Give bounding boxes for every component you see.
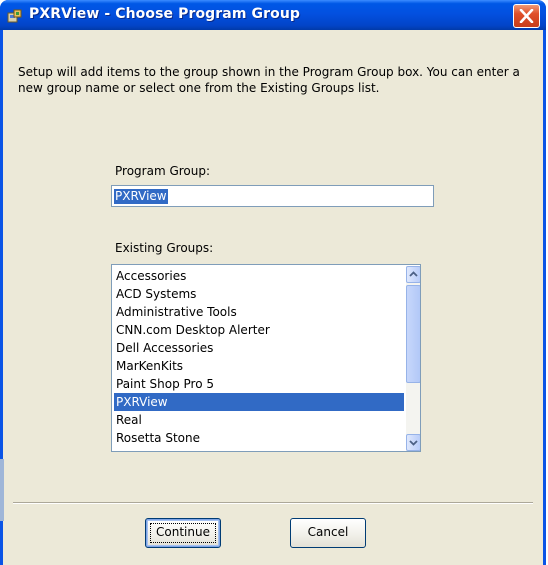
list-item[interactable]: Rosetta Stone xyxy=(114,429,404,447)
title-bar[interactable]: PXRView - Choose Program Group xyxy=(0,0,546,30)
continue-button[interactable]: Continue xyxy=(145,518,221,548)
program-group-input[interactable]: PXRView xyxy=(111,185,434,207)
dialog-window: PXRView - Choose Program Group Setup wil… xyxy=(0,0,546,565)
list-scrollbar[interactable] xyxy=(406,266,420,451)
arrow-down-icon xyxy=(409,440,418,446)
background-edge xyxy=(0,459,4,521)
cancel-button-label: Cancel xyxy=(307,525,349,539)
continue-button-label: Continue xyxy=(156,525,210,539)
close-icon xyxy=(519,9,534,23)
existing-groups-list[interactable]: Accessories ACD Systems Administrative Too… xyxy=(111,264,421,452)
existing-groups-label: Existing Groups: xyxy=(115,241,214,255)
cancel-button[interactable]: Cancel xyxy=(290,518,366,548)
list-item[interactable]: CNN.com Desktop Alerter xyxy=(114,321,404,339)
program-group-label: Program Group: xyxy=(115,164,210,178)
list-item[interactable]: Paint Shop Pro 5 xyxy=(114,375,404,393)
list-item[interactable]: ACD Systems xyxy=(114,285,404,303)
list-item[interactable]: MarKenKits xyxy=(114,357,404,375)
arrow-up-icon xyxy=(409,271,418,277)
button-separator xyxy=(13,502,533,504)
list-item[interactable]: Real xyxy=(114,411,404,429)
scroll-thumb[interactable] xyxy=(406,285,420,383)
setup-app-icon xyxy=(7,8,23,24)
list-item[interactable]: PXRView xyxy=(114,393,404,411)
program-group-value: PXRView xyxy=(114,189,168,204)
window-title: PXRView - Choose Program Group xyxy=(29,6,301,22)
dialog-client-area: Setup will add items to the group shown … xyxy=(3,30,543,565)
list-item[interactable]: Administrative Tools xyxy=(114,303,404,321)
program-group-label-text: Program Group: xyxy=(115,164,211,178)
scroll-up-button[interactable] xyxy=(406,266,420,283)
close-button[interactable] xyxy=(513,4,540,28)
list-item[interactable]: Accessories xyxy=(114,267,404,285)
scroll-down-button[interactable] xyxy=(406,434,420,451)
intro-text: Setup will add items to the group shown … xyxy=(18,65,520,95)
list-item[interactable]: Dell Accessories xyxy=(114,339,404,357)
